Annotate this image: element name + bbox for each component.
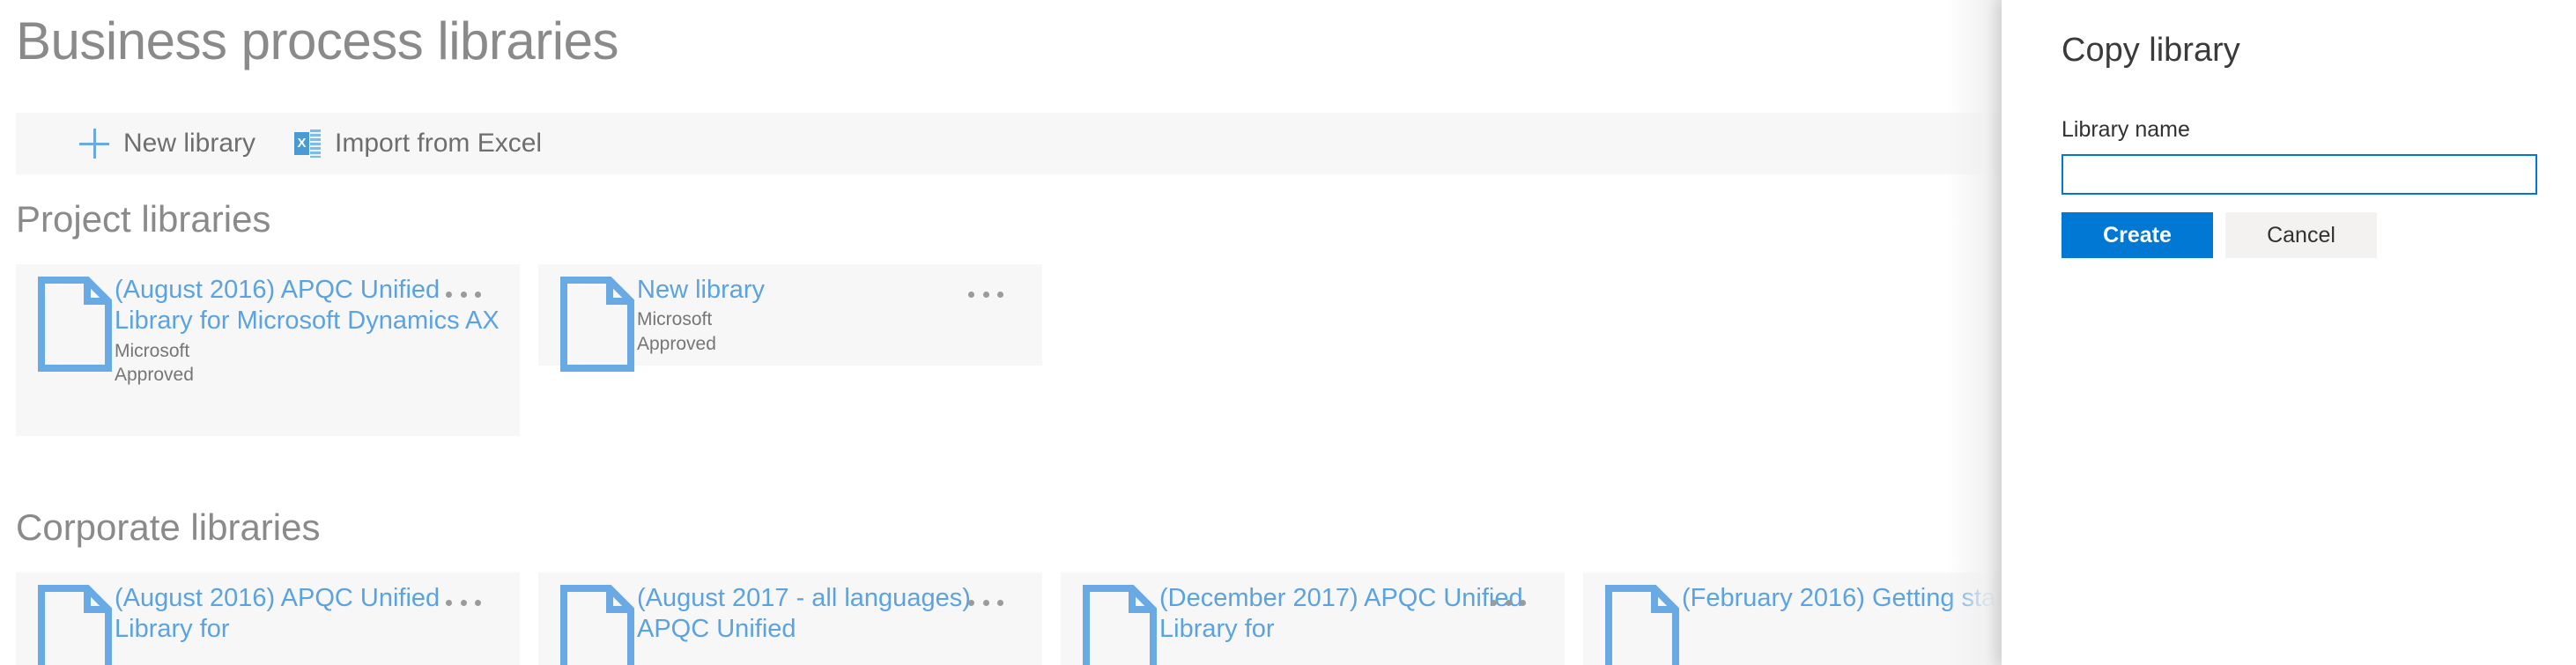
create-button[interactable]: Create xyxy=(2062,212,2213,258)
document-page-icon xyxy=(560,277,634,372)
library-card-title[interactable]: (February 2016) Getting started xyxy=(1682,583,2002,614)
document-icon xyxy=(35,585,115,665)
ellipsis-dot xyxy=(446,291,452,298)
library-card-more-menu[interactable] xyxy=(968,594,1003,611)
section-heading-project-libraries: Project libraries xyxy=(16,198,271,240)
library-card-more-menu[interactable] xyxy=(968,285,1003,303)
excel-icon: X xyxy=(294,129,322,158)
document-page-icon xyxy=(38,277,112,372)
command-bar: New library X Import from Excel xyxy=(16,113,2002,174)
ellipsis-dot xyxy=(460,291,467,298)
import-from-excel-button[interactable]: X Import from Excel xyxy=(275,113,561,174)
document-icon xyxy=(558,585,637,665)
ellipsis-dot xyxy=(1491,599,1497,606)
library-card-title[interactable]: (August 2017 - all languages) APQC Unifi… xyxy=(637,583,1035,646)
copy-library-panel: Copy library Library name Create Cancel xyxy=(2002,0,2576,665)
cancel-button[interactable]: Cancel xyxy=(2225,212,2377,258)
ellipsis-dot xyxy=(475,599,481,606)
library-name-label: Library name xyxy=(2062,117,2190,142)
library-card-body: (August 2017 - all languages) APQC Unifi… xyxy=(637,573,1042,665)
document-page-icon xyxy=(1083,585,1157,665)
excel-icon-letter: X xyxy=(294,132,310,155)
document-page-icon xyxy=(1605,585,1679,665)
document-page-icon xyxy=(560,585,634,665)
plus-icon xyxy=(79,129,109,159)
library-card[interactable]: (August 2016) APQC Unified Library for xyxy=(16,573,520,665)
ellipsis-dot xyxy=(997,291,1003,298)
ellipsis-dot xyxy=(475,291,481,298)
library-card-title[interactable]: (December 2017) APQC Unified Library for xyxy=(1159,583,1558,646)
library-card-more-menu[interactable] xyxy=(446,594,481,611)
document-page-icon xyxy=(38,585,112,665)
library-card-status: Approved xyxy=(115,365,194,386)
import-from-excel-label: Import from Excel xyxy=(335,129,543,158)
ellipsis-dot xyxy=(982,599,989,606)
ellipsis-dot xyxy=(1520,599,1526,606)
panel-action-buttons: Create Cancel xyxy=(2062,212,2377,258)
library-card-body: (December 2017) APQC Unified Library for xyxy=(1159,573,1565,665)
ellipsis-dot xyxy=(446,599,452,606)
library-card[interactable]: (February 2016) Getting started xyxy=(1583,573,2002,665)
library-card-publisher: Microsoft xyxy=(115,340,190,361)
library-card[interactable]: (August 2016) APQC Unified Library for M… xyxy=(16,264,520,436)
new-library-button[interactable]: New library xyxy=(60,113,275,174)
new-library-label: New library xyxy=(123,129,256,158)
ellipsis-dot xyxy=(460,599,467,606)
library-card-body: (February 2016) Getting started xyxy=(1682,573,2002,665)
ellipsis-dot xyxy=(1505,599,1512,606)
app-root: Business process libraries New library X… xyxy=(0,0,2576,665)
ellipsis-dot xyxy=(968,599,974,606)
excel-icon-grid xyxy=(309,129,322,158)
library-card-body: New library Microsoft Approved xyxy=(637,264,1042,366)
library-card-more-menu[interactable] xyxy=(446,285,481,303)
library-name-input[interactable] xyxy=(2062,154,2537,195)
library-card-publisher: Microsoft xyxy=(637,309,713,330)
ellipsis-dot xyxy=(968,291,974,298)
document-icon xyxy=(558,277,637,372)
panel-title: Copy library xyxy=(2062,32,2240,69)
document-icon xyxy=(1603,585,1682,665)
document-icon xyxy=(1080,585,1159,665)
library-card-status: Approved xyxy=(637,333,716,354)
ellipsis-dot xyxy=(997,599,1003,606)
library-card[interactable]: New library Microsoft Approved xyxy=(538,264,1042,372)
library-card[interactable]: (December 2017) APQC Unified Library for xyxy=(1061,573,1565,665)
panel-edge-shadow xyxy=(1947,0,2002,665)
library-card-title[interactable]: (August 2016) APQC Unified Library for xyxy=(115,583,513,646)
page-title: Business process libraries xyxy=(16,11,618,70)
section-heading-corporate-libraries: Corporate libraries xyxy=(16,506,321,548)
card-row-project-libraries: (August 2016) APQC Unified Library for M… xyxy=(16,264,1042,436)
card-row-corporate-libraries: (August 2016) APQC Unified Library for ( xyxy=(16,573,2002,665)
library-card-body: (August 2016) APQC Unified Library for xyxy=(115,573,520,665)
library-card[interactable]: (August 2017 - all languages) APQC Unifi… xyxy=(538,573,1042,665)
library-card-title[interactable]: (August 2016) APQC Unified Library for M… xyxy=(115,275,513,337)
document-icon xyxy=(35,277,115,436)
libraries-content: Business process libraries New library X… xyxy=(0,0,2002,665)
library-card-more-menu[interactable] xyxy=(1491,594,1526,611)
ellipsis-dot xyxy=(982,291,989,298)
